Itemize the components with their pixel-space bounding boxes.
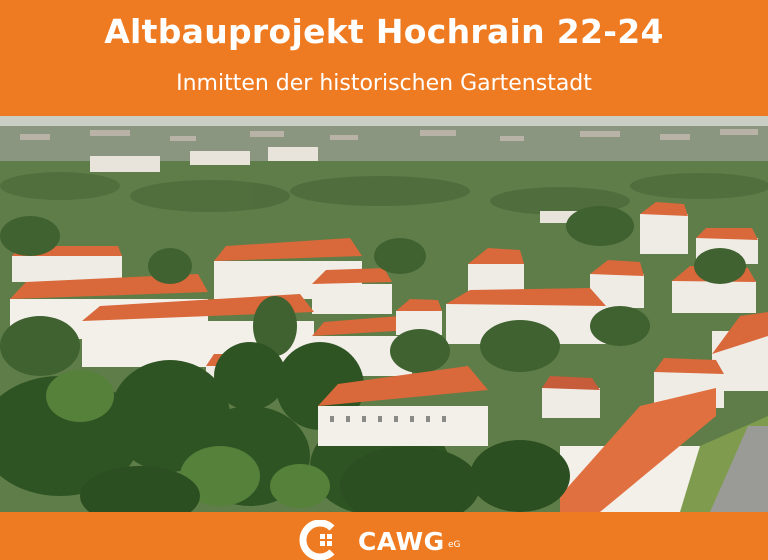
- header-banner: Altbauprojekt Hochrain 22-24 Inmitten de…: [0, 0, 768, 116]
- page-subtitle: Inmitten der historischen Gartenstadt: [176, 71, 592, 96]
- aerial-photo: [0, 116, 768, 512]
- logo-text: CAWG: [358, 527, 445, 556]
- cawg-logo: CAWG eG: [298, 518, 478, 560]
- page-title: Altbauprojekt Hochrain 22-24: [104, 12, 664, 51]
- post-graphic: Altbauprojekt Hochrain 22-24 Inmitten de…: [0, 0, 768, 560]
- cawg-logo-icon: [299, 520, 335, 560]
- footer-banner: CAWG eG: [0, 512, 768, 560]
- logo-suffix: eG: [448, 540, 461, 550]
